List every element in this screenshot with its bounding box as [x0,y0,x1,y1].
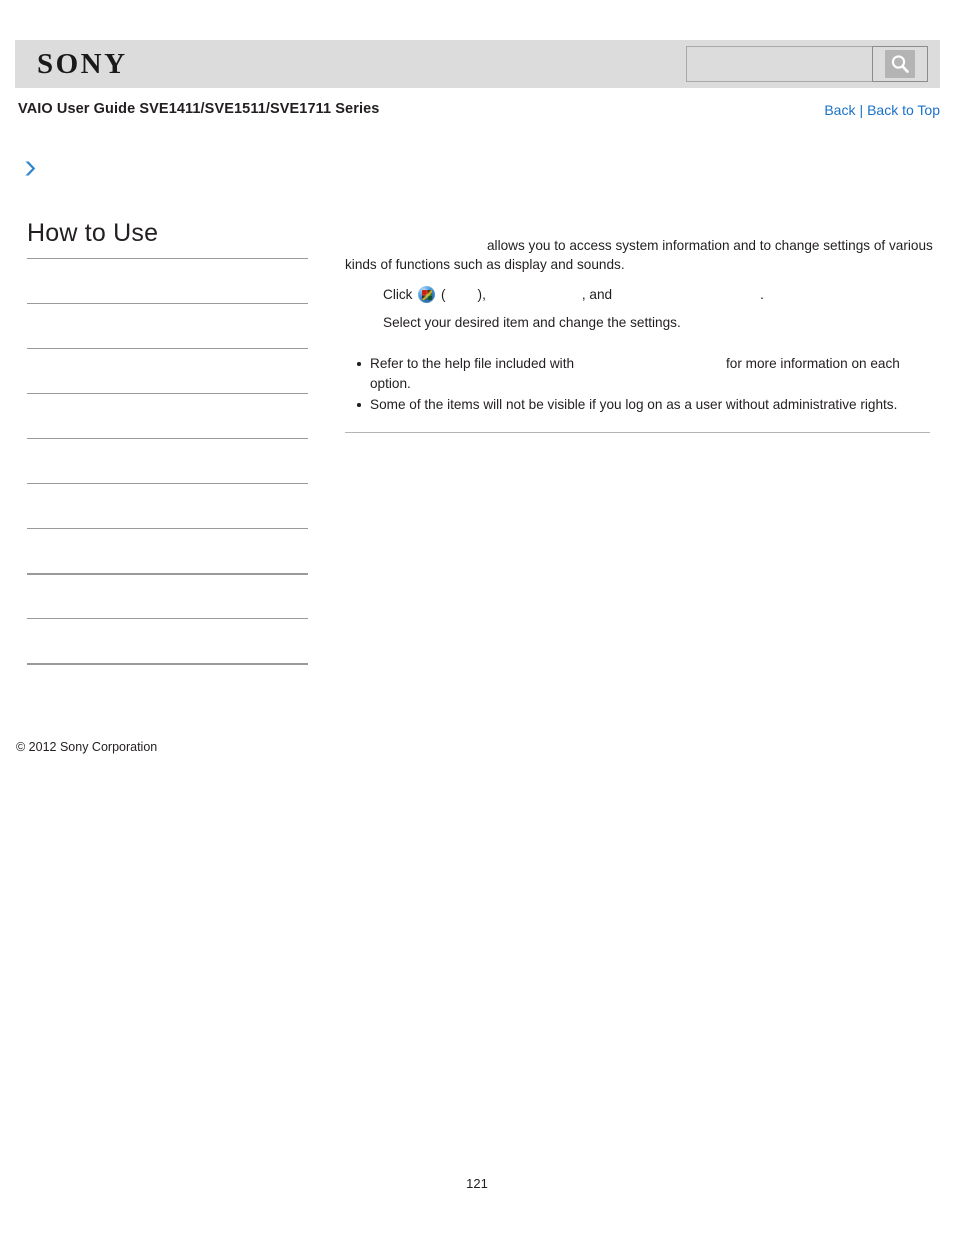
note-item: Some of the items will not be visible if… [357,395,940,415]
step-open-paren: ( [441,287,446,302]
chevron-right-icon [24,160,40,182]
intro-text: allows you to access system information … [345,238,933,272]
search-icon [885,50,915,78]
page-title: How to Use [27,219,159,247]
search-button[interactable] [872,46,928,82]
sidebar-item[interactable] [27,528,308,573]
notes-list: Refer to the help file included with for … [345,354,940,415]
sidebar-item[interactable] [27,573,308,618]
note-text-part-1: Refer to the help file included with [370,356,575,371]
copyright-text: © 2012 Sony Corporation [16,740,158,754]
sidebar: How to Use [27,218,308,708]
sidebar-item[interactable] [27,663,308,708]
steps-list: Click (), , and. Select your desired item… [345,285,940,332]
guide-title: VAIO User Guide SVE1411/SVE1511/SVE1711 … [18,101,380,117]
step-suffix: . [760,287,764,302]
site-header-bar: SONY [15,40,940,88]
step-item: Click (), , and. [383,285,940,304]
step-close-paren: ), [477,287,486,302]
step-item: Select your desired item and change the … [383,315,681,330]
nav-separator: | [859,102,864,118]
intro-paragraph: allows you to access system information … [345,236,940,274]
sidebar-item[interactable] [27,438,308,483]
page-number: 121 [466,1176,488,1191]
notes-divider [345,431,930,433]
sidebar-item[interactable] [27,303,308,348]
windows-start-orb-icon[interactable] [418,286,436,303]
main-content: allows you to access system information … [345,236,940,433]
note-item: Refer to the help file included with for … [357,354,940,393]
step-prefix: Click [383,287,413,302]
back-link[interactable]: Back [824,102,855,118]
note-text-part-1: Some of the items will not be visible if… [370,397,898,412]
breadcrumb[interactable] [24,160,40,182]
step-middle: , and [581,287,613,302]
sidebar-item[interactable] [27,618,308,663]
back-to-top-link[interactable]: Back to Top [867,102,940,118]
notes-block: Refer to the help file included with for … [345,354,940,433]
sidebar-item[interactable] [27,393,308,438]
search-area [686,46,928,82]
sidebar-item[interactable] [27,483,308,528]
search-input[interactable] [686,46,872,82]
sidebar-item[interactable] [27,348,308,393]
sony-logo: SONY [37,48,128,80]
header-nav-links: Back | Back to Top [824,102,940,118]
sidebar-item[interactable] [27,258,308,303]
